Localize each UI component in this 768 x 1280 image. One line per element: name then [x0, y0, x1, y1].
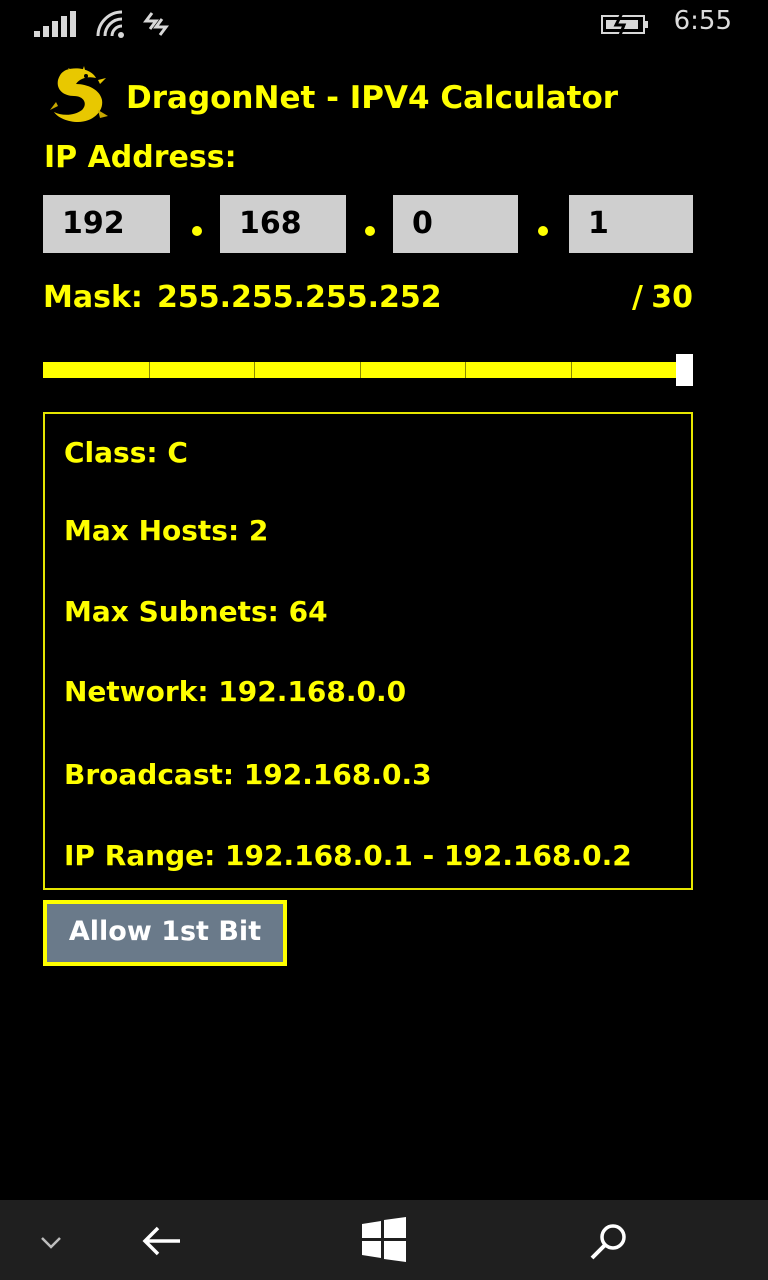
- mask-label: Mask:: [43, 280, 143, 315]
- nav-bar: [0, 1200, 768, 1280]
- mask-value: 255.255.255.252: [157, 280, 442, 315]
- octet-2-input[interactable]: 168: [220, 195, 346, 253]
- slider-tick: [360, 362, 361, 378]
- ip-range-result: IP Range: 192.168.0.1 - 192.168.0.2: [64, 839, 632, 872]
- wifi-icon: [96, 10, 124, 38]
- back-arrow-icon[interactable]: [140, 1222, 184, 1260]
- broadcast-result: Broadcast: 192.168.0.3: [64, 758, 432, 791]
- chevron-down-icon[interactable]: [38, 1230, 64, 1254]
- slider-tick: [571, 362, 572, 378]
- slider-tick: [149, 362, 150, 378]
- windows-start-icon[interactable]: [360, 1216, 408, 1264]
- dragon-logo-icon: [50, 66, 108, 122]
- search-icon[interactable]: [586, 1220, 630, 1262]
- allow-first-bit-button[interactable]: Allow 1st Bit: [43, 900, 287, 966]
- network-result: Network: 192.168.0.0: [64, 675, 407, 708]
- cidr-slash: /: [632, 280, 643, 315]
- slider-tick: [254, 362, 255, 378]
- ip-address-label: IP Address:: [44, 140, 237, 175]
- app-title: DragonNet - IPV4 Calculator: [126, 80, 619, 116]
- battery-icon: [601, 13, 648, 35]
- cidr-value: 30: [651, 280, 693, 315]
- octet-3-input[interactable]: 0: [393, 195, 518, 253]
- max-subnets-result: Max Subnets: 64: [64, 595, 328, 628]
- octet-separator: [192, 226, 202, 236]
- max-hosts-result: Max Hosts: 2: [64, 514, 269, 547]
- data-icon: [143, 12, 169, 36]
- mask-row: Mask: 255.255.255.252 / 30: [43, 280, 693, 320]
- octet-4-input[interactable]: 1: [569, 195, 693, 253]
- octet-separator: [365, 226, 375, 236]
- results-panel: Class: C Max Hosts: 2 Max Subnets: 64 Ne…: [43, 412, 693, 890]
- signal-icon: [34, 11, 76, 37]
- class-result: Class: C: [64, 436, 188, 469]
- octet-1-input[interactable]: 192: [43, 195, 170, 253]
- octet-separator: [538, 226, 548, 236]
- clock: 6:55: [673, 6, 732, 36]
- slider-thumb[interactable]: [676, 354, 693, 386]
- slider-tick: [465, 362, 466, 378]
- mask-slider[interactable]: [43, 354, 693, 386]
- status-bar: 6:55: [0, 0, 768, 48]
